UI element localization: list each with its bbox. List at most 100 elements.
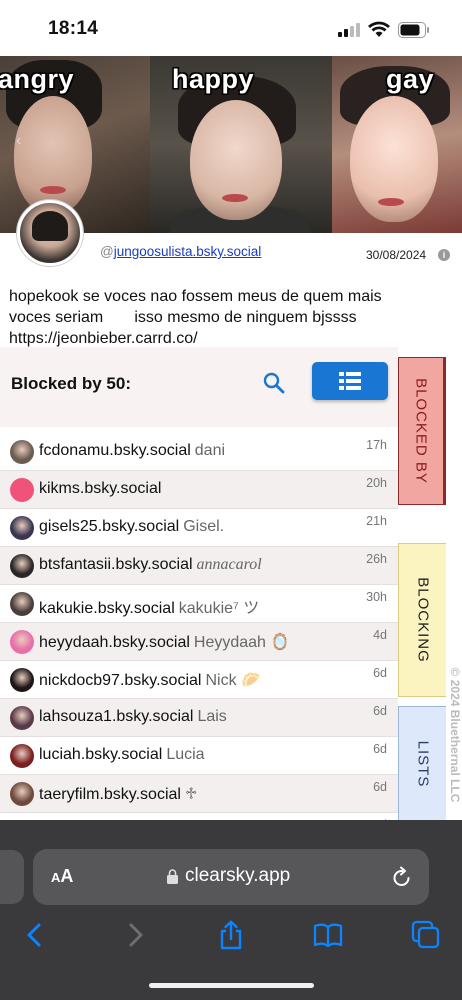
status-bar: 18:14 [0, 0, 462, 56]
row-handle-text: gisels25.bsky.social [39, 518, 180, 535]
tab-blocking[interactable]: BLOCKING [398, 543, 446, 697]
row-handle-text: kakukie.bsky.social [39, 600, 175, 617]
search-icon[interactable] [262, 371, 286, 395]
row-avatar [10, 744, 34, 768]
row-handle-text: luciah.bsky.social [39, 746, 163, 763]
url-text: clearsky.app [185, 865, 291, 886]
profile-bio: hopekook se voces nao fossem meus de que… [9, 288, 382, 347]
reload-icon[interactable] [392, 866, 412, 888]
row-handle[interactable]: fcdonamu.bsky.social dani [39, 442, 225, 460]
row-handle[interactable]: nickdocb97.bsky.social Nick 🥟 [39, 670, 261, 690]
row-handle[interactable]: taeryfilm.bsky.social ♱ [39, 784, 197, 804]
row-avatar [10, 516, 34, 540]
table-row[interactable]: nickdocb97.bsky.social Nick 🥟 6d [0, 661, 398, 699]
table-row[interactable]: btsfantasii.bsky.social annacarol 26h [0, 547, 398, 585]
profile-handle-row: @jungoosulista.bsky.social [100, 244, 261, 259]
profile-avatar[interactable] [17, 200, 83, 266]
home-indicator [149, 983, 314, 988]
row-handle[interactable]: gisels25.bsky.social Gisel. [39, 518, 224, 536]
blocked-by-list: fcdonamu.bsky.social dani 17h kikms.bsky.so… [0, 433, 398, 840]
table-row[interactable]: lahsouza1.bsky.social Lais 6d [0, 699, 398, 737]
row-handle[interactable]: kakukie.bsky.social kakukie⁷ ツ [39, 594, 259, 618]
join-date: 30/08/2024 [366, 248, 427, 262]
copyright-watermark: © 2024 Bluethernal LLC [448, 667, 462, 803]
row-display-name: kakukie⁷ ツ [178, 600, 260, 617]
row-time: 4d [373, 628, 387, 642]
row-handle[interactable]: kikms.bsky.social [39, 480, 165, 498]
row-handle[interactable]: lahsouza1.bsky.social Lais [39, 708, 227, 726]
info-icon[interactable]: i [438, 249, 450, 261]
tab-lists-label: LISTS [414, 740, 431, 788]
row-avatar [10, 668, 34, 692]
row-time: 17h [366, 438, 387, 452]
tab-blocked-by[interactable]: BLOCKED BY [398, 357, 446, 505]
lock-icon [167, 869, 178, 884]
row-avatar [10, 440, 34, 464]
status-time: 18:14 [48, 18, 99, 39]
banner-word-gay: gay [386, 64, 435, 94]
table-row[interactable]: gisels25.bsky.social Gisel. 21h [0, 509, 398, 547]
back-icon[interactable] [20, 920, 50, 950]
tabs-icon[interactable] [411, 920, 441, 950]
row-time: 6d [373, 666, 387, 680]
row-avatar [10, 630, 34, 654]
blocked-by-card: Blocked by 50: fcdonamu.bsky.social dani 1… [0, 347, 398, 840]
table-row[interactable]: kikms.bsky.social 20h [0, 471, 398, 509]
row-display-name: Nick 🥟 [205, 672, 261, 689]
row-avatar [10, 478, 34, 502]
reader-settings-button[interactable]: AA [51, 866, 73, 887]
table-row[interactable]: heyydaah.bsky.social Heyydaah 🪞 4d [0, 623, 398, 661]
tab-lists[interactable]: LISTS [398, 706, 446, 822]
profile-handle-link[interactable]: jungoosulista.bsky.social [114, 244, 262, 259]
row-display-name: Lucia [166, 746, 205, 763]
row-handle[interactable]: btsfantasii.bsky.social annacarol [39, 556, 262, 574]
row-display-name: Heyydaah 🪞 [193, 634, 291, 651]
row-display-name: Lais [197, 708, 227, 725]
row-avatar [10, 706, 34, 730]
row-display-name: annacarol [196, 556, 262, 573]
card-header: Blocked by 50: [0, 347, 398, 427]
row-handle-text: nickdocb97.bsky.social [39, 672, 202, 689]
row-handle-text: heyydaah.bsky.social [39, 634, 190, 651]
row-time: 26h [366, 552, 387, 566]
table-row[interactable]: luciah.bsky.social Lucia 6d [0, 737, 398, 775]
row-handle-text: kikms.bsky.social [39, 480, 162, 497]
row-handle-text: btsfantasii.bsky.social [39, 556, 193, 573]
row-time: 6d [373, 704, 387, 718]
wifi-icon [368, 21, 390, 37]
table-row[interactable]: taeryfilm.bsky.social ♱ 6d [0, 775, 398, 813]
share-icon[interactable] [216, 920, 246, 950]
banner-word-angry: angry [0, 64, 75, 94]
address-bar[interactable]: AA clearsky.app [33, 849, 429, 905]
row-handle-text: taeryfilm.bsky.social [39, 786, 181, 803]
row-handle-text: lahsouza1.bsky.social [39, 708, 194, 725]
banner-word-happy: happy [172, 64, 255, 94]
row-time: 6d [373, 780, 387, 794]
row-display-name: ♱ [184, 786, 198, 803]
row-time: 20h [366, 476, 387, 490]
forward-icon[interactable] [120, 920, 150, 950]
row-handle-text: fcdonamu.bsky.social [39, 442, 191, 459]
battery-icon [398, 22, 429, 38]
tab-blocking-label: BLOCKING [414, 577, 431, 663]
handle-at-symbol: @ [100, 244, 114, 259]
bookmarks-icon[interactable] [313, 920, 343, 950]
table-row[interactable]: fcdonamu.bsky.social dani 17h [0, 433, 398, 471]
row-time: 21h [366, 514, 387, 528]
browser-bottom-bar: AA clearsky.app [0, 820, 462, 1000]
list-view-button[interactable] [312, 362, 388, 400]
tab-blocked-by-label: BLOCKED BY [412, 378, 430, 484]
row-display-name: dani [194, 442, 226, 459]
list-view-icon [339, 372, 361, 390]
cellular-signal-icon [338, 23, 360, 37]
row-handle[interactable]: heyydaah.bsky.social Heyydaah 🪞 [39, 632, 290, 652]
row-display-name: Gisel. [183, 518, 225, 535]
previous-tab-preview[interactable] [0, 850, 24, 904]
back-chevron-icon[interactable]: ‹ [16, 132, 21, 150]
row-avatar [10, 592, 34, 616]
row-avatar [10, 554, 34, 578]
blocked-by-count-title: Blocked by 50: [11, 374, 131, 393]
table-row[interactable]: kakukie.bsky.social kakukie⁷ ツ 30h [0, 585, 398, 623]
row-handle[interactable]: luciah.bsky.social Lucia [39, 746, 205, 764]
row-time: 6d [373, 742, 387, 756]
